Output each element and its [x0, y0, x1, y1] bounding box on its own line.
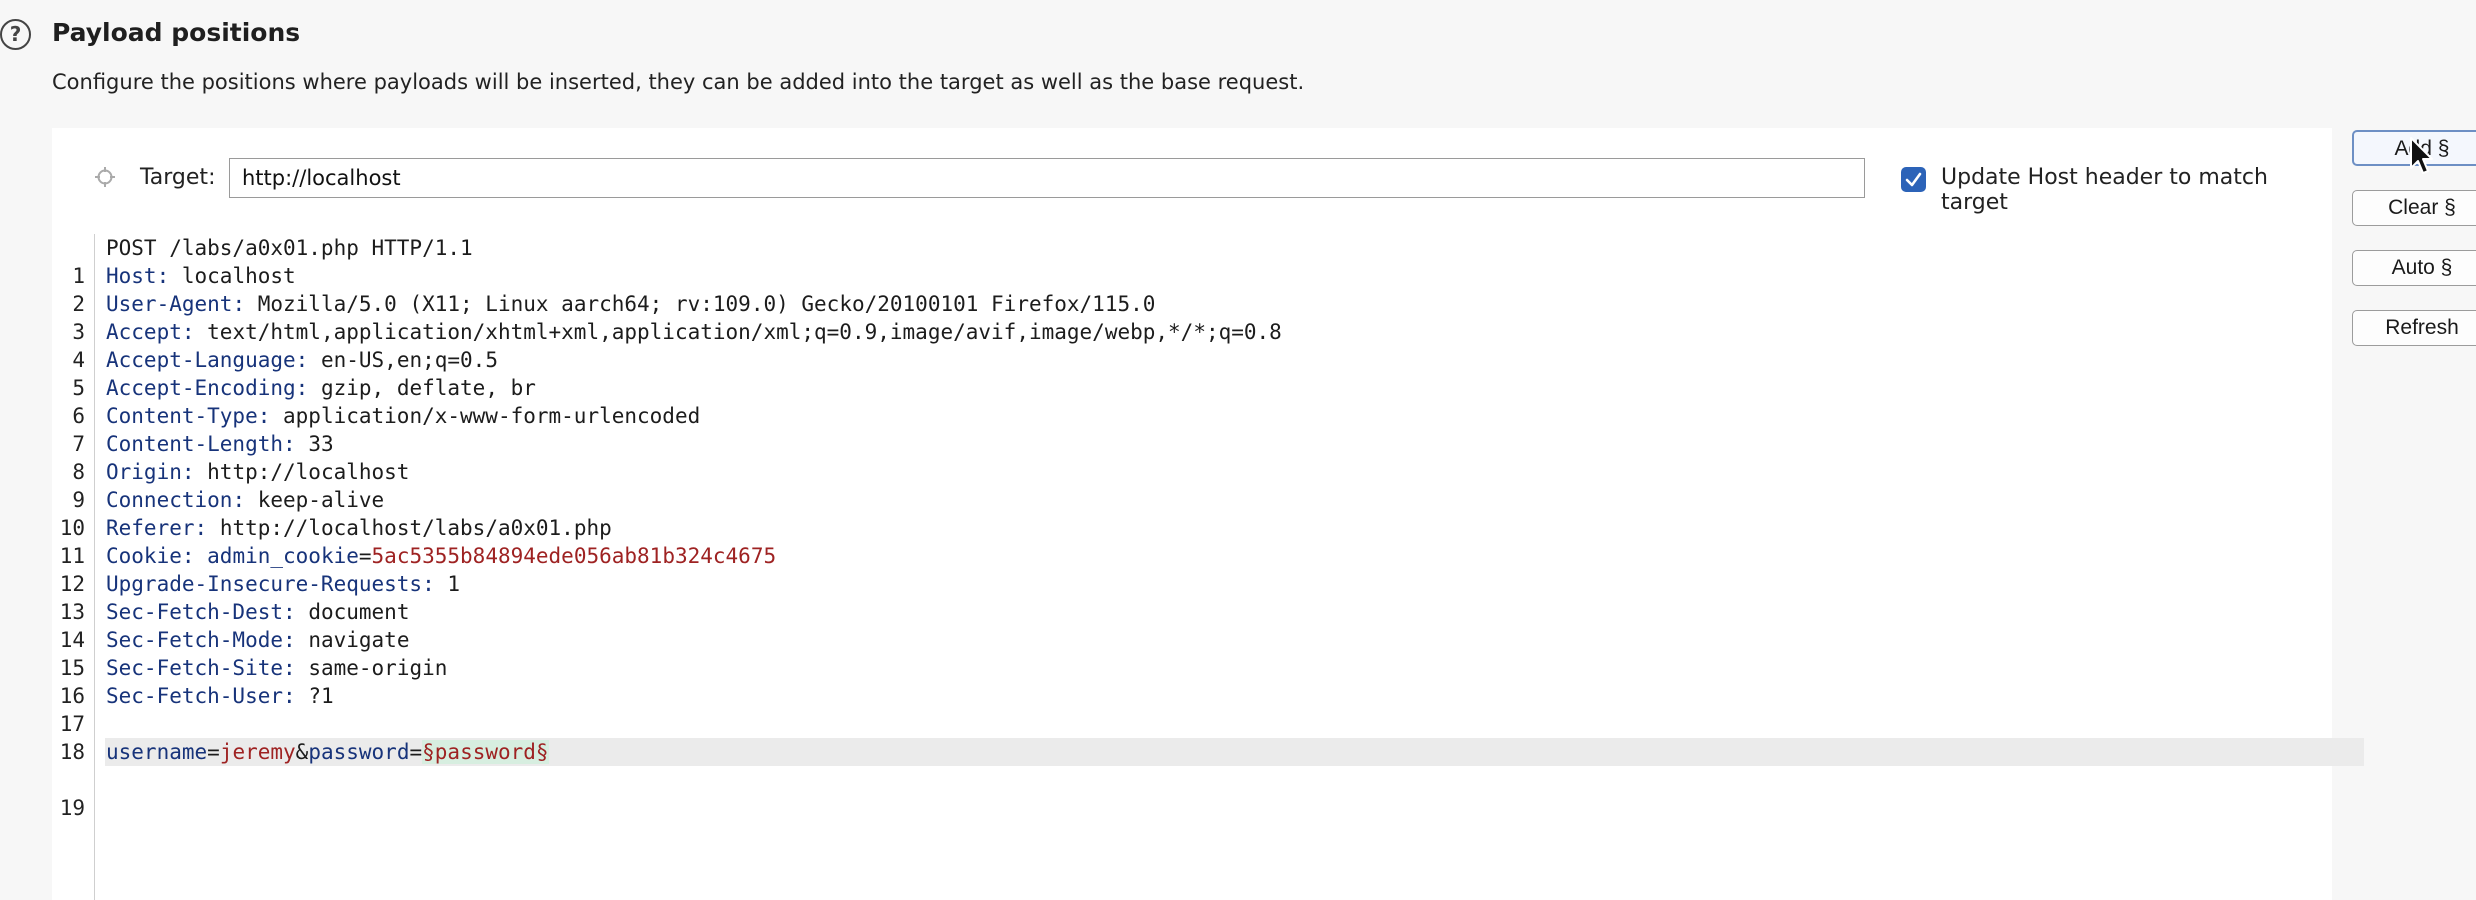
auto-payload-button[interactable]: Auto §: [2352, 250, 2476, 286]
header-line[interactable]: 8 Content-Length: 33: [52, 430, 2332, 484]
clear-payload-button[interactable]: Clear §: [2352, 190, 2476, 226]
cookie-value: 5ac5355b84894ede056ab81b324c4675: [371, 544, 777, 568]
header-line[interactable]: 6 Accept-Encoding: gzip, deflate, br: [52, 374, 2332, 428]
payload-marker[interactable]: §password§: [422, 740, 549, 764]
header-name: Sec-Fetch-Site: [106, 656, 284, 680]
header-line[interactable]: 13 Upgrade-Insecure-Requests: 1: [52, 570, 2332, 624]
header-name: Sec-Fetch-User: [106, 684, 284, 708]
header-value: ?1: [295, 684, 334, 708]
header-name: Referer: [106, 516, 195, 540]
header-name: Accept: [106, 320, 182, 344]
header-line[interactable]: 15 Sec-Fetch-Mode: navigate: [52, 626, 2332, 680]
header-line[interactable]: 5 Accept-Language: en-US,en;q=0.5: [52, 346, 2332, 400]
header-value: Mozilla/5.0 (X11; Linux aarch64; rv:109.…: [245, 292, 1156, 316]
request-editor[interactable]: 1 POST /labs/a0x01.php HTTP/1.1 2 Host: …: [52, 234, 2364, 900]
header-value: application/x-www-form-urlencoded: [270, 404, 701, 428]
header-name: Host: [106, 264, 157, 288]
cookie-line[interactable]: 12 Cookie: admin_cookie=5ac5355b84894ede…: [52, 542, 2332, 596]
header-line[interactable]: 17 Sec-Fetch-User: ?1: [52, 682, 2332, 736]
update-host-label[interactable]: Update Host header to match target: [1941, 165, 2332, 215]
help-icon[interactable]: ?: [0, 19, 31, 50]
header-line[interactable]: 7 Content-Type: application/x-www-form-u…: [52, 402, 2332, 456]
header-value: same-origin: [295, 656, 448, 680]
header-name: Upgrade-Insecure-Requests: [106, 572, 423, 596]
header-value: localhost: [169, 264, 296, 288]
header-name: Cookie: [106, 544, 182, 568]
positions-panel: Target: Update Host header to match targ…: [52, 128, 2364, 900]
header-value: http://localhost: [194, 460, 410, 484]
mouse-cursor-icon: [2410, 137, 2433, 174]
header-name: Origin: [106, 460, 182, 484]
blank-line[interactable]: 18: [52, 710, 2332, 764]
request-lines: 1 POST /labs/a0x01.php HTTP/1.1 2 Host: …: [52, 234, 2364, 820]
target-row: Target: Update Host header to match targ…: [52, 128, 2332, 233]
header-name: Sec-Fetch-Mode: [106, 628, 284, 652]
header-line[interactable]: 14 Sec-Fetch-Dest: document: [52, 598, 2332, 652]
param-name: password: [308, 740, 410, 764]
body-line[interactable]: 19 username=jeremy&password=§password§: [52, 738, 2364, 820]
header-line[interactable]: 16 Sec-Fetch-Site: same-origin: [52, 654, 2332, 708]
cookie-name: admin_cookie: [207, 544, 359, 568]
line-number: 19: [59, 796, 85, 820]
header-line[interactable]: 3 User-Agent: Mozilla/5.0 (X11; Linux aa…: [52, 290, 2332, 344]
header-value: keep-alive: [245, 488, 385, 512]
header-name: Sec-Fetch-Dest: [106, 600, 284, 624]
header-name: Content-Length: [106, 432, 284, 456]
update-host-checkbox[interactable]: [1901, 167, 1926, 192]
header-value: http://localhost/labs/a0x01.php: [207, 516, 612, 540]
header-name: Accept-Language: [106, 348, 296, 372]
request-line-text: POST /labs/a0x01.php HTTP/1.1: [106, 236, 473, 260]
header-line[interactable]: 4 Accept: text/html,application/xhtml+xm…: [52, 318, 2332, 372]
param-value: jeremy: [219, 740, 296, 764]
crosshair-icon[interactable]: [94, 166, 116, 188]
header-line[interactable]: 10 Connection: keep-alive: [52, 486, 2332, 540]
header-value: navigate: [295, 628, 410, 652]
check-icon: [1905, 172, 1922, 187]
page-title: Payload positions: [52, 18, 301, 47]
header-name: Accept-Encoding: [106, 376, 296, 400]
target-label: Target:: [140, 165, 216, 190]
header-line[interactable]: 11 Referer: http://localhost/labs/a0x01.…: [52, 514, 2332, 568]
header-name: User-Agent: [106, 292, 233, 316]
header-value: document: [295, 600, 410, 624]
header-value: en-US,en;q=0.5: [308, 348, 498, 372]
header-name: Content-Type: [106, 404, 258, 428]
header-line[interactable]: 9 Origin: http://localhost: [52, 458, 2332, 512]
header-name: Connection: [106, 488, 233, 512]
header-value: gzip, deflate, br: [308, 376, 536, 400]
request-line[interactable]: 1 POST /labs/a0x01.php HTTP/1.1: [52, 234, 2332, 288]
refresh-button[interactable]: Refresh: [2352, 310, 2476, 346]
header-value: 1: [434, 572, 461, 596]
header-value: text/html,application/xhtml+xml,applicat…: [194, 320, 1282, 344]
section-description: Configure the positions where payloads w…: [52, 70, 1305, 94]
target-input[interactable]: [229, 158, 1865, 198]
header-line[interactable]: 2 Host: localhost: [52, 262, 2332, 316]
param-name: username: [106, 740, 208, 764]
header-value: 33: [295, 432, 334, 456]
